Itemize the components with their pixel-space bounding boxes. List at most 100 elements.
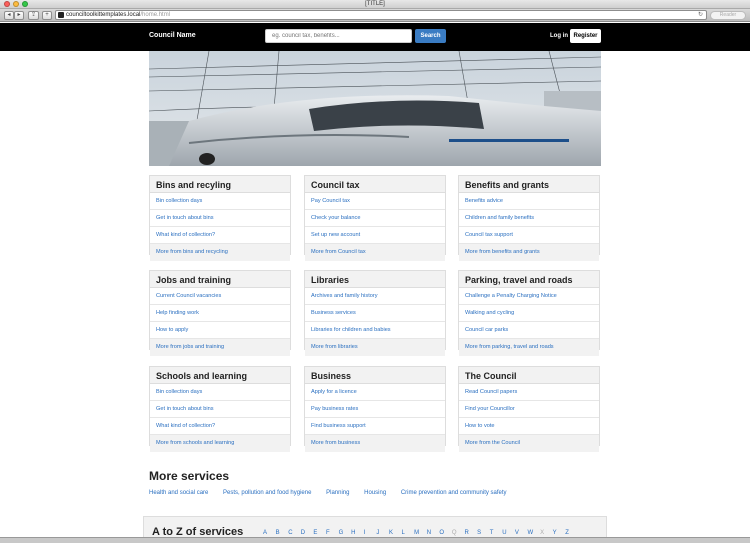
card-link[interactable]: Pay Council tax	[305, 193, 445, 210]
atoz-letter-q: Q	[451, 530, 457, 536]
card-title[interactable]: Business	[305, 367, 445, 384]
atoz-letter-u[interactable]: U	[502, 530, 515, 536]
card-more-link[interactable]: More from benefits and grants	[459, 244, 599, 261]
new-tab-button[interactable]: +	[42, 11, 52, 20]
card-schools: Schools and learning Bin collection days…	[149, 366, 291, 452]
hero-image	[149, 51, 601, 166]
card-link[interactable]: Pay business rates	[305, 401, 445, 418]
atoz-letter-z[interactable]: Z	[565, 530, 578, 536]
service-link-health[interactable]: Health and social care	[149, 490, 208, 496]
card-more-link[interactable]: More from Council tax	[305, 244, 445, 261]
card-link[interactable]: Find business support	[305, 418, 445, 435]
atoz-letter-h[interactable]: H	[351, 530, 364, 536]
card-link[interactable]: Current Council vacancies	[150, 288, 290, 305]
card-benefits: Benefits and grants Benefits advice Chil…	[458, 175, 600, 261]
card-more-link[interactable]: More from schools and learning	[150, 435, 290, 452]
card-link[interactable]: Council car parks	[459, 322, 599, 339]
card-title[interactable]: Libraries	[305, 271, 445, 288]
card-link[interactable]: Bin collection days	[150, 193, 290, 210]
card-link[interactable]: What kind of collection?	[150, 418, 290, 435]
atoz-letter-r[interactable]: R	[465, 530, 478, 536]
back-button[interactable]: ◂	[4, 11, 14, 20]
card-link[interactable]: Benefits advice	[459, 193, 599, 210]
card-more-link[interactable]: More from business	[305, 435, 445, 452]
card-more-link[interactable]: More from jobs and training	[150, 339, 290, 356]
card-title[interactable]: The Council	[459, 367, 599, 384]
window-titlebar: [TITLE]	[0, 0, 750, 9]
card-link[interactable]: How to apply	[150, 322, 290, 339]
more-services-list: Health and social care Pests, pollution …	[149, 490, 520, 496]
atoz-letter-v[interactable]: V	[515, 530, 528, 536]
atoz-letter-k[interactable]: K	[389, 530, 402, 536]
atoz-letter-f[interactable]: F	[326, 530, 339, 536]
forward-button[interactable]: ▸	[14, 11, 24, 20]
card-title[interactable]: Council tax	[305, 176, 445, 193]
service-link-pests[interactable]: Pests, pollution and food hygiene	[223, 490, 311, 496]
card-link[interactable]: Business services	[305, 305, 445, 322]
atoz-letter-s[interactable]: S	[477, 530, 490, 536]
login-link[interactable]: Log in	[550, 33, 568, 39]
card-link[interactable]: Bin collection days	[150, 384, 290, 401]
atoz-letter-o[interactable]: O	[439, 530, 452, 536]
atoz-letter-g[interactable]: G	[339, 530, 352, 536]
card-more-link[interactable]: More from bins and recycling	[150, 244, 290, 261]
share-button[interactable]: ⇪	[28, 11, 39, 20]
register-button[interactable]: Register	[570, 29, 601, 43]
card-link[interactable]: Challenge a Penalty Charging Notice	[459, 288, 599, 305]
atoz-letter-t[interactable]: T	[490, 530, 503, 536]
card-link[interactable]: Help finding work	[150, 305, 290, 322]
atoz-letter-m[interactable]: M	[414, 530, 427, 536]
card-link[interactable]: Libraries for children and babies	[305, 322, 445, 339]
atoz-letter-l[interactable]: L	[402, 530, 415, 536]
atoz-letter-d[interactable]: D	[301, 530, 314, 536]
card-link[interactable]: Set up new account	[305, 227, 445, 244]
card-link[interactable]: Check your balance	[305, 210, 445, 227]
atoz-letters: ABCDEFGHIJKLMNOQ RSTUVWX YZ	[263, 530, 578, 536]
reload-icon[interactable]: ↻	[698, 11, 703, 19]
card-the-council: The Council Read Council papers Find you…	[458, 366, 600, 452]
atoz-letter-c[interactable]: C	[288, 530, 301, 536]
card-bins: Bins and recyling Bin collection days Ge…	[149, 175, 291, 261]
card-title[interactable]: Bins and recyling	[150, 176, 290, 193]
atoz-letter-i[interactable]: I	[364, 530, 377, 536]
atoz-letter-w[interactable]: W	[527, 530, 540, 536]
card-title[interactable]: Parking, travel and roads	[459, 271, 599, 288]
url-host: counciltoolkittemplates.local	[66, 12, 141, 18]
card-title[interactable]: Jobs and training	[150, 271, 290, 288]
atoz-letter-j[interactable]: J	[376, 530, 389, 536]
more-services-heading: More services	[149, 469, 230, 483]
address-bar[interactable]: counciltoolkittemplates.local/home.html …	[55, 10, 707, 20]
atoz-letter-y[interactable]: Y	[553, 530, 566, 536]
site-brand[interactable]: Council Name	[149, 32, 196, 39]
browser-status-bar	[0, 537, 750, 543]
card-link[interactable]: What kind of collection?	[150, 227, 290, 244]
card-link[interactable]: Council tax support	[459, 227, 599, 244]
atoz-letter-x: X	[540, 530, 545, 536]
reader-button[interactable]: Reader	[710, 11, 746, 20]
card-title[interactable]: Schools and learning	[150, 367, 290, 384]
card-title[interactable]: Benefits and grants	[459, 176, 599, 193]
card-more-link[interactable]: More from the Council	[459, 435, 599, 452]
card-link[interactable]: Get in touch about bins	[150, 210, 290, 227]
card-link[interactable]: Archives and family history	[305, 288, 445, 305]
card-link[interactable]: How to vote	[459, 418, 599, 435]
window-title: [TITLE]	[365, 1, 385, 7]
card-link[interactable]: Get in touch about bins	[150, 401, 290, 418]
card-more-link[interactable]: More from libraries	[305, 339, 445, 356]
service-link-housing[interactable]: Housing	[364, 490, 386, 496]
card-link[interactable]: Apply for a licence	[305, 384, 445, 401]
search-button[interactable]: Search	[415, 29, 446, 43]
service-link-planning[interactable]: Planning	[326, 490, 349, 496]
atoz-letter-b[interactable]: B	[276, 530, 289, 536]
card-business: Business Apply for a licence Pay busines…	[304, 366, 446, 452]
service-link-crime[interactable]: Crime prevention and community safety	[401, 490, 507, 496]
search-input[interactable]	[265, 29, 412, 43]
atoz-letter-a[interactable]: A	[263, 530, 276, 536]
card-link[interactable]: Children and family benefits	[459, 210, 599, 227]
card-link[interactable]: Walking and cycling	[459, 305, 599, 322]
card-more-link[interactable]: More from parking, travel and roads	[459, 339, 599, 356]
card-link[interactable]: Read Council papers	[459, 384, 599, 401]
card-link[interactable]: Find your Councillor	[459, 401, 599, 418]
atoz-letter-e[interactable]: E	[313, 530, 326, 536]
atoz-letter-n[interactable]: N	[427, 530, 440, 536]
